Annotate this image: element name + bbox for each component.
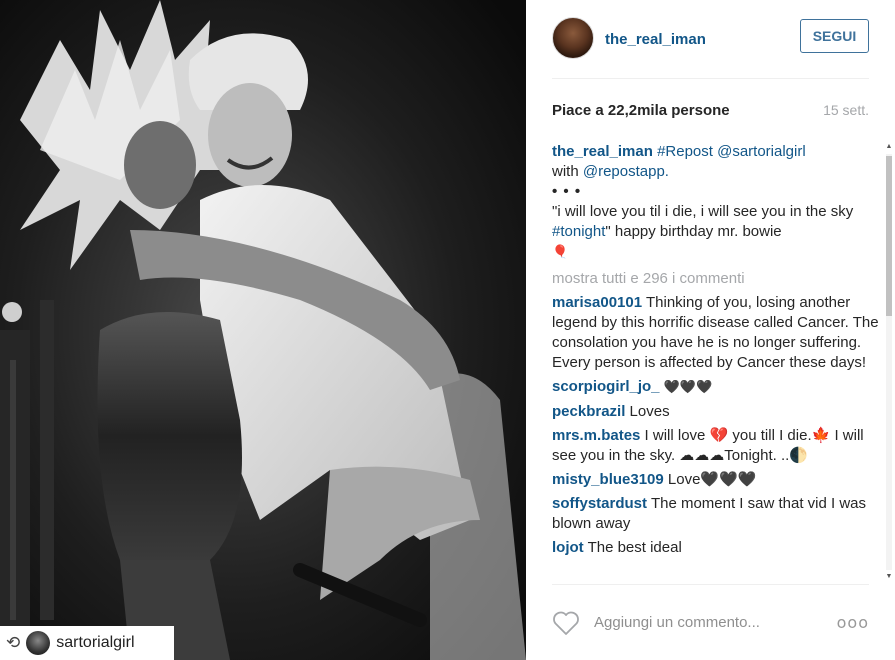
- comment-text: Love🖤🖤🖤: [667, 471, 757, 488]
- repost-badge[interactable]: ⟲ sartorialgirl: [0, 626, 174, 660]
- post-details-panel: the_real_iman SEGUI Piace a 22,2mila per…: [526, 0, 895, 660]
- post-author-username[interactable]: the_real_iman: [605, 31, 800, 48]
- post-photo[interactable]: ⟲ sartorialgirl: [0, 0, 526, 660]
- comment-text: Loves: [629, 403, 670, 420]
- post-header: the_real_iman SEGUI: [552, 0, 869, 79]
- comment-item: mrs.m.bates I will love 💔 you till I die…: [552, 426, 882, 466]
- comment-username[interactable]: mrs.m.bates: [552, 427, 640, 444]
- repost-avatar: [26, 631, 51, 655]
- comment-item: misty_blue3109 Love🖤🖤🖤: [552, 470, 882, 490]
- tonight-hashtag[interactable]: #tonight: [552, 223, 605, 240]
- app-mention[interactable]: @repostapp.: [583, 163, 669, 180]
- comment-item: scorpiogirl_jo_ 🖤🖤🖤: [552, 377, 882, 398]
- avatar[interactable]: [552, 17, 594, 59]
- comment-username[interactable]: scorpiogirl_jo_: [552, 378, 660, 395]
- comment-item: lojot The best ideal: [552, 538, 882, 558]
- caption-username[interactable]: the_real_iman: [552, 143, 653, 160]
- comment-username[interactable]: soffystardust: [552, 495, 647, 512]
- caption-with: with: [552, 163, 579, 180]
- caption-quote: "i will love you til i die, i will see y…: [552, 203, 854, 220]
- comment-input[interactable]: [594, 607, 837, 638]
- scroll-up-arrow-icon[interactable]: ▲: [885, 142, 893, 152]
- comment-username[interactable]: lojot: [552, 539, 584, 556]
- likes-row: Piace a 22,2mila persone 15 sett.: [552, 102, 869, 119]
- comments-list[interactable]: the_real_iman #Repost @sartorialgirl wit…: [552, 142, 882, 582]
- more-options-icon[interactable]: ooo: [837, 613, 869, 632]
- likes-value: 22,2mila persone: [607, 102, 730, 119]
- repost-username[interactable]: sartorialgirl: [56, 634, 134, 652]
- balloon-icon: 🎈: [552, 245, 569, 260]
- repost-hashtag[interactable]: #Repost: [657, 143, 713, 160]
- comment-text: The best ideal: [587, 539, 682, 556]
- comment-username[interactable]: misty_blue3109: [552, 471, 664, 488]
- like-heart-icon[interactable]: [552, 609, 582, 637]
- photo-artwork: [0, 0, 526, 660]
- scrollbar-thumb[interactable]: [886, 156, 892, 316]
- caption: the_real_iman #Repost @sartorialgirl wit…: [552, 142, 882, 263]
- view-all-comments-link[interactable]: mostra tutti e 296 i commenti: [552, 269, 882, 289]
- scroll-down-arrow-icon[interactable]: ▼: [885, 572, 893, 582]
- likes-prefix: Piace a: [552, 102, 604, 119]
- follow-button[interactable]: SEGUI: [800, 19, 869, 53]
- comment-username[interactable]: marisa00101: [552, 294, 642, 311]
- likes-count[interactable]: Piace a 22,2mila persone: [552, 102, 730, 119]
- comment-username[interactable]: peckbrazil: [552, 403, 625, 420]
- post-date[interactable]: 15 sett.: [823, 102, 869, 119]
- comment-item: peckbrazil Loves: [552, 402, 882, 422]
- comment-item: soffystardust The moment I saw that vid …: [552, 494, 882, 534]
- source-mention[interactable]: @sartorialgirl: [717, 143, 806, 160]
- repost-icon: ⟲: [6, 633, 21, 653]
- comment-text: 🖤🖤🖤: [663, 380, 713, 395]
- caption-birthday: " happy birthday mr. bowie: [605, 223, 782, 240]
- caption-dots: • • •: [552, 183, 582, 200]
- comments-scrollbar[interactable]: ▲ ▼: [885, 142, 893, 582]
- post-footer: ooo: [552, 584, 869, 660]
- comment-item: marisa00101 Thinking of you, losing anot…: [552, 293, 882, 373]
